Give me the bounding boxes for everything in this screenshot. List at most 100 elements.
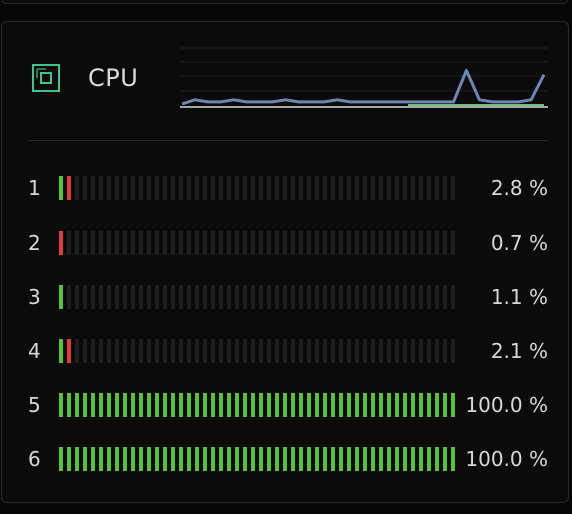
core-usage-segment <box>395 339 399 363</box>
core-usage-segment <box>163 231 167 255</box>
core-usage-segment <box>411 285 415 309</box>
core-usage-segment <box>323 339 327 363</box>
core-usage-segment <box>355 285 359 309</box>
core-usage-segment <box>59 231 63 255</box>
core-usage-bar <box>59 393 459 417</box>
core-usage-segment <box>219 339 223 363</box>
core-usage-segment <box>227 231 231 255</box>
core-usage-segment <box>451 393 455 417</box>
core-usage-segment <box>75 231 79 255</box>
core-usage-segment <box>267 339 271 363</box>
core-usage-segment <box>131 285 135 309</box>
core-usage-segment <box>139 447 143 471</box>
core-usage-segment <box>211 285 215 309</box>
core-usage-segment <box>419 447 423 471</box>
core-usage-segment <box>123 285 127 309</box>
core-usage-segment <box>107 339 111 363</box>
core-usage-segment <box>291 176 295 200</box>
core-usage-segment <box>267 176 271 200</box>
core-usage-segment <box>307 393 311 417</box>
core-label: 6 <box>28 447 41 471</box>
core-usage-segment <box>347 285 351 309</box>
core-usage-segment <box>427 176 431 200</box>
core-usage-segment <box>203 176 207 200</box>
core-usage-segment <box>91 176 95 200</box>
core-usage-segment <box>155 447 159 471</box>
core-usage-segment <box>283 339 287 363</box>
cpu-core-row: 6 100.0 % <box>0 445 572 473</box>
core-usage-segment <box>347 176 351 200</box>
core-usage-segment <box>179 231 183 255</box>
core-usage-segment <box>259 231 263 255</box>
core-usage-value: 0.7 % <box>490 231 548 255</box>
core-usage-segment <box>347 339 351 363</box>
core-usage-segment <box>163 176 167 200</box>
core-usage-segment <box>227 339 231 363</box>
core-usage-segment <box>275 393 279 417</box>
core-usage-segment <box>203 339 207 363</box>
core-usage-segment <box>107 285 111 309</box>
core-usage-segment <box>131 231 135 255</box>
core-usage-segment <box>179 176 183 200</box>
core-usage-segment <box>91 231 95 255</box>
core-usage-segment <box>211 339 215 363</box>
core-usage-segment <box>451 447 455 471</box>
core-usage-segment <box>115 339 119 363</box>
core-usage-segment <box>387 447 391 471</box>
core-usage-segment <box>171 231 175 255</box>
cpu-icon <box>32 64 60 92</box>
core-usage-segment <box>139 285 143 309</box>
cpu-title: CPU <box>88 64 139 92</box>
core-usage-value: 2.1 % <box>490 339 548 363</box>
core-usage-segment <box>187 285 191 309</box>
core-usage-segment <box>307 285 311 309</box>
core-usage-segment <box>259 285 263 309</box>
core-usage-segment <box>267 393 271 417</box>
core-usage-segment <box>347 231 351 255</box>
core-usage-segment <box>67 176 71 200</box>
core-usage-segment <box>435 231 439 255</box>
core-usage-segment <box>115 447 119 471</box>
core-usage-segment <box>299 285 303 309</box>
core-usage-segment <box>363 231 367 255</box>
core-usage-segment <box>275 176 279 200</box>
core-usage-segment <box>339 393 343 417</box>
core-usage-segment <box>171 339 175 363</box>
core-usage-segment <box>355 176 359 200</box>
core-usage-segment <box>443 339 447 363</box>
core-usage-segment <box>91 285 95 309</box>
core-usage-bar <box>59 285 459 309</box>
core-usage-segment <box>67 393 71 417</box>
core-usage-segment <box>307 231 311 255</box>
core-usage-segment <box>403 393 407 417</box>
core-usage-segment <box>371 285 375 309</box>
core-usage-segment <box>403 231 407 255</box>
core-usage-segment <box>235 176 239 200</box>
core-usage-segment <box>227 393 231 417</box>
core-usage-segment <box>171 447 175 471</box>
core-usage-segment <box>259 176 263 200</box>
core-usage-segment <box>355 231 359 255</box>
core-usage-segment <box>75 393 79 417</box>
core-usage-segment <box>139 339 143 363</box>
core-usage-segment <box>179 447 183 471</box>
core-usage-segment <box>443 285 447 309</box>
core-usage-value: 100.0 % <box>465 447 548 471</box>
core-usage-segment <box>115 285 119 309</box>
core-usage-segment <box>363 447 367 471</box>
core-usage-segment <box>99 176 103 200</box>
core-usage-segment <box>211 231 215 255</box>
core-usage-segment <box>331 285 335 309</box>
core-usage-segment <box>379 176 383 200</box>
core-usage-value: 2.8 % <box>490 176 548 200</box>
core-usage-segment <box>107 393 111 417</box>
core-usage-segment <box>371 176 375 200</box>
core-usage-segment <box>387 231 391 255</box>
core-usage-segment <box>379 285 383 309</box>
core-usage-segment <box>395 231 399 255</box>
core-usage-segment <box>219 176 223 200</box>
core-usage-segment <box>331 393 335 417</box>
core-usage-segment <box>171 393 175 417</box>
core-usage-segment <box>331 176 335 200</box>
core-usage-segment <box>435 393 439 417</box>
